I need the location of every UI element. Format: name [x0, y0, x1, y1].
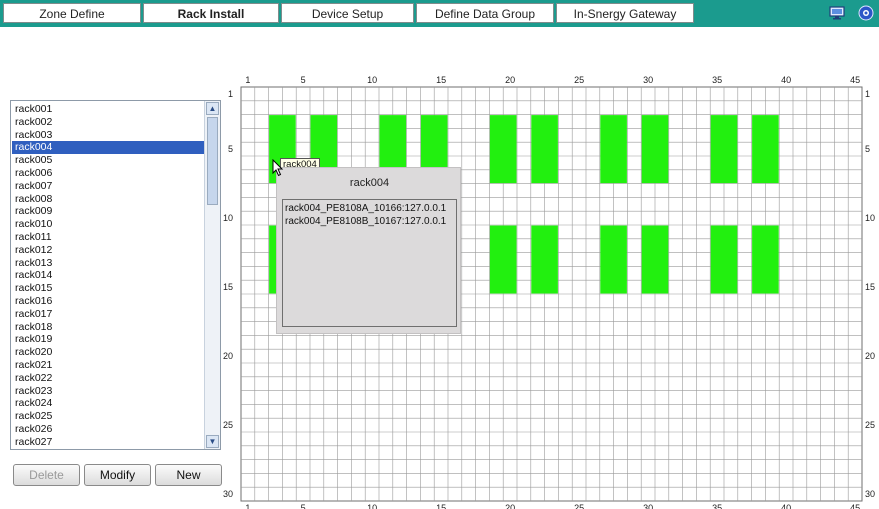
device-entry[interactable]: rack004_PE8108A_10166:127.0.0.1 — [285, 203, 446, 214]
x-axis-label-top: 40 — [781, 75, 791, 85]
x-axis-label-top: 10 — [367, 75, 377, 85]
y-axis-label-right: 1 — [865, 89, 870, 99]
rack-block[interactable] — [752, 115, 779, 184]
rack-block[interactable] — [710, 225, 738, 294]
y-axis-label-right: 25 — [865, 420, 875, 430]
x-axis-label-bottom: 30 — [643, 503, 653, 509]
device-list[interactable]: rack004_PE8108A_10166:127.0.0.1 rack004_… — [282, 199, 457, 327]
x-axis-label-top: 20 — [505, 75, 515, 85]
x-axis-label-bottom: 1 — [245, 503, 250, 509]
y-axis-label-left: 30 — [223, 489, 233, 499]
rack-block[interactable] — [752, 225, 779, 294]
rack-block[interactable] — [600, 115, 627, 184]
y-axis-label-left: 10 — [223, 213, 233, 223]
x-axis-label-top: 35 — [712, 75, 722, 85]
rack-block[interactable] — [531, 115, 558, 184]
y-axis-label-left: 1 — [228, 89, 233, 99]
x-axis-label-top: 30 — [643, 75, 653, 85]
x-axis-label-bottom: 20 — [505, 503, 515, 509]
y-axis-label-left: 15 — [223, 282, 233, 292]
x-axis-label-top: 45 — [850, 75, 860, 85]
x-axis-label-bottom: 40 — [781, 503, 791, 509]
x-axis-label-bottom: 10 — [367, 503, 377, 509]
mouse-pointer-icon — [272, 159, 284, 177]
rack-block[interactable] — [600, 225, 627, 294]
rack-block[interactable] — [489, 225, 517, 294]
x-axis-label-top: 5 — [301, 75, 306, 85]
y-axis-label-right: 30 — [865, 489, 875, 499]
device-entry[interactable]: rack004_PE8108B_10167:127.0.0.1 — [285, 216, 446, 227]
y-axis-label-right: 10 — [865, 213, 875, 223]
y-axis-label-right: 20 — [865, 351, 875, 361]
x-axis-label-top: 15 — [436, 75, 446, 85]
rack-block[interactable] — [641, 225, 669, 294]
x-axis-label-bottom: 5 — [301, 503, 306, 509]
x-axis-label-top: 25 — [574, 75, 584, 85]
y-axis-label-right: 5 — [865, 144, 870, 154]
rack-block[interactable] — [710, 115, 738, 184]
rack-block[interactable] — [531, 225, 558, 294]
rack-block[interactable] — [489, 115, 517, 184]
y-axis-label-left: 5 — [228, 144, 233, 154]
x-axis-label-bottom: 45 — [850, 503, 860, 509]
x-axis-label-top: 1 — [245, 75, 250, 85]
y-axis-label-right: 15 — [865, 282, 875, 292]
y-axis-label-left: 25 — [223, 420, 233, 430]
rack-detail-popup: rack004 rack004_PE8108A_10166:127.0.0.1 … — [276, 167, 461, 334]
x-axis-label-bottom: 15 — [436, 503, 446, 509]
rack-block[interactable] — [641, 115, 669, 184]
x-axis-label-bottom: 35 — [712, 503, 722, 509]
popup-title: rack004 — [349, 177, 390, 189]
y-axis-label-left: 20 — [223, 351, 233, 361]
x-axis-label-bottom: 25 — [574, 503, 584, 509]
